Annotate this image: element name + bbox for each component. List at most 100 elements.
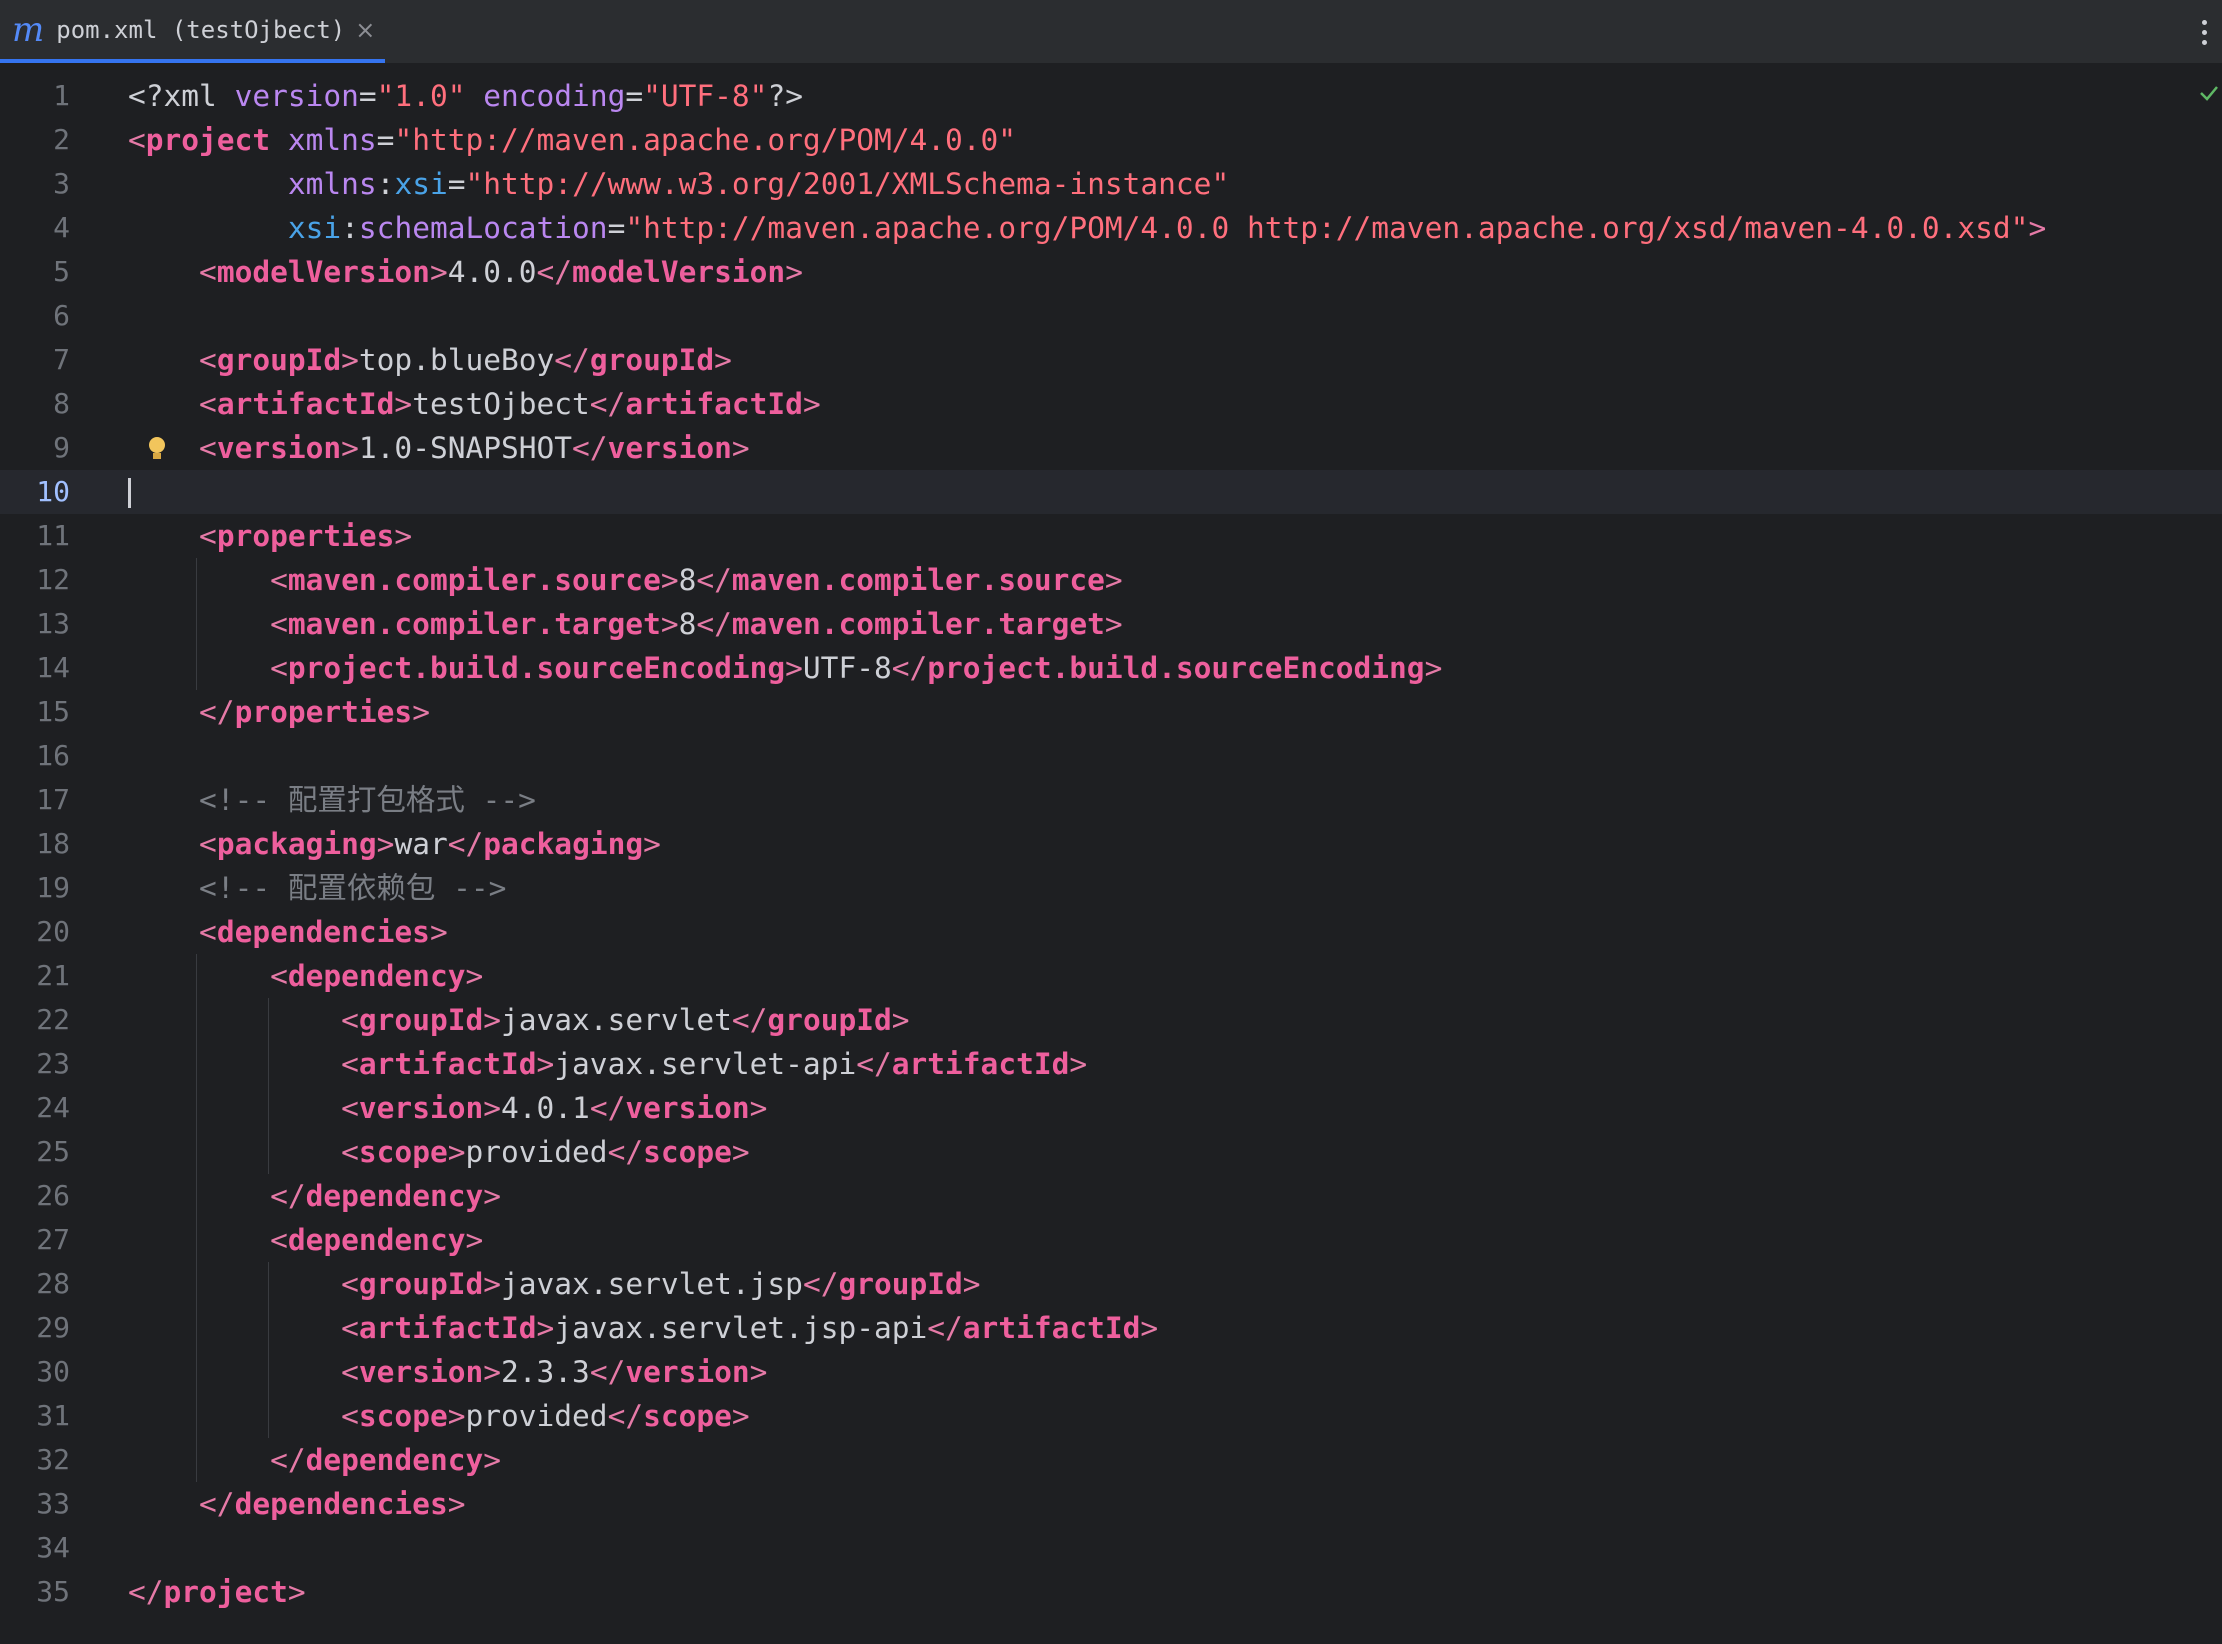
code-line[interactable]: 3 xmlns:xsi="http://www.w3.org/2001/XMLS… [0, 162, 2222, 206]
token-bracket: </ [589, 387, 626, 421]
code-line[interactable]: 23 <artifactId>javax.servlet-api</artifa… [0, 1042, 2222, 1086]
code-line[interactable]: 5 <modelVersion>4.0.0</modelVersion> [0, 250, 2222, 294]
code-line[interactable]: 11 <properties> [0, 514, 2222, 558]
token-attr: xmlns [287, 123, 377, 157]
checkmark-icon[interactable] [2198, 82, 2220, 104]
lightbulb-icon[interactable] [144, 434, 170, 464]
indent-guide [196, 954, 197, 1482]
more-vertical-icon[interactable] [2194, 12, 2214, 52]
code-line[interactable]: 27 <dependency> [0, 1218, 2222, 1262]
line-number: 17 [36, 783, 70, 816]
code-line[interactable]: 7 <groupId>top.blueBoy</groupId> [0, 338, 2222, 382]
code-line[interactable]: 12 <maven.compiler.source>8</maven.compi… [0, 558, 2222, 602]
code-line[interactable]: 1 <?xml version="1.0" encoding="UTF-8"?> [0, 74, 2222, 118]
token-bracket: </ [536, 255, 573, 289]
code-line[interactable]: 16 [0, 734, 2222, 778]
code-editor[interactable]: 1 <?xml version="1.0" encoding="UTF-8"?> 2… [0, 64, 2222, 1644]
token-bracket: </ [589, 1355, 626, 1389]
code-line[interactable]: 13 <maven.compiler.target>8</maven.compi… [0, 602, 2222, 646]
code-line[interactable]: 29 <artifactId>javax.servlet.jsp-api</ar… [0, 1306, 2222, 1350]
token-bracket: > [749, 1091, 768, 1125]
code-line[interactable]: 31 <scope>provided</scope> [0, 1394, 2222, 1438]
code-line[interactable]: 2 <project xmlns="http://maven.apache.org… [0, 118, 2222, 162]
code-line[interactable]: 8 <artifactId>testOjbect</artifactId> [0, 382, 2222, 426]
maven-m-icon: m [12, 9, 45, 50]
token-bracket: > [802, 387, 821, 421]
code-text: <!-- 配置依赖包 --> [128, 866, 506, 910]
code-line[interactable]: 30 <version>2.3.3</version> [0, 1350, 2222, 1394]
token-bracket: > [1104, 607, 1123, 641]
code-line[interactable]: 33 </dependencies> [0, 1482, 2222, 1526]
code-line[interactable]: 15 </properties> [0, 690, 2222, 734]
token-text: = [607, 211, 626, 245]
code-line[interactable]: 18 <packaging>war</packaging> [0, 822, 2222, 866]
editor-tab-bar: m pom.xml (testOjbect) × [0, 0, 2222, 64]
line-number: 12 [36, 563, 70, 596]
line-number: 7 [53, 343, 70, 376]
token-text: javax.servlet [501, 1003, 732, 1037]
code-line[interactable]: 32 </dependency> [0, 1438, 2222, 1482]
line-number: 6 [53, 299, 70, 332]
token-name: project.build.sourceEncoding [287, 651, 786, 685]
token-bracket: </ [607, 1399, 644, 1433]
token-bracket: > [962, 1267, 981, 1301]
code-line[interactable]: 10 [0, 470, 2222, 514]
token-bracket: > [660, 563, 679, 597]
code-text: <version>4.0.1</version> [128, 1086, 767, 1130]
token-bracket: > [483, 1355, 501, 1389]
code-line[interactable]: 4 xsi:schemaLocation="http://maven.apach… [0, 206, 2222, 250]
code-text: <maven.compiler.source>8</maven.compiler… [128, 558, 1123, 602]
line-number: 14 [36, 651, 70, 684]
token-name: groupId [358, 1003, 484, 1037]
code-line[interactable]: 26 </dependency> [0, 1174, 2222, 1218]
token-bracket: > [2028, 211, 2047, 245]
token-text: 8 [678, 563, 697, 597]
code-line[interactable]: 21 <dependency> [0, 954, 2222, 998]
token-bracket: > [483, 1443, 501, 1477]
token-bracket: < [270, 1223, 288, 1257]
token-bracket: > [376, 827, 395, 861]
tab-pom-xml[interactable]: m pom.xml (testOjbect) × [0, 0, 385, 63]
token-bracket: > [785, 651, 803, 685]
code-text: </dependency> [128, 1438, 501, 1482]
code-text: </project> [128, 1570, 306, 1614]
code-line[interactable]: 14 <project.build.sourceEncoding>UTF-8</… [0, 646, 2222, 690]
token-bracket: < [199, 827, 217, 861]
line-number: 15 [36, 695, 70, 728]
token-attr: schemaLocation [358, 211, 608, 245]
code-line[interactable]: 34 [0, 1526, 2222, 1570]
token-bracket: > [1140, 1311, 1159, 1345]
close-icon[interactable]: × [355, 16, 375, 44]
code-line[interactable]: 28 <groupId>javax.servlet.jsp</groupId> [0, 1262, 2222, 1306]
code-line[interactable]: 22 <groupId>javax.servlet</groupId> [0, 998, 2222, 1042]
code-line[interactable]: 24 <version>4.0.1</version> [0, 1086, 2222, 1130]
token-name: maven.compiler.source [287, 563, 661, 597]
line-number: 28 [36, 1267, 70, 1300]
code-line[interactable]: 19 <!-- 配置依赖包 --> [0, 866, 2222, 910]
token-bracket: < [128, 123, 146, 157]
code-line[interactable]: 9 <version>1.0-SNAPSHOT</version> [0, 426, 2222, 470]
token-name: artifactId [891, 1047, 1070, 1081]
token-name: version [625, 1355, 750, 1389]
code-line[interactable]: 6 [0, 294, 2222, 338]
token-text: war [394, 827, 448, 861]
token-bracket: > [643, 827, 661, 861]
token-bracket: > [447, 1487, 466, 1521]
code-line[interactable]: 25 <scope>provided</scope> [0, 1130, 2222, 1174]
code-line[interactable]: 35 </project> [0, 1570, 2222, 1614]
token-bracket: </ [554, 343, 590, 377]
token-decl: ?> [767, 79, 803, 113]
code-text: <dependencies> [128, 910, 448, 954]
token-bracket: < [270, 607, 288, 641]
code-line[interactable]: 17 <!-- 配置打包格式 --> [0, 778, 2222, 822]
code-line[interactable]: 20 <dependencies> [0, 910, 2222, 954]
